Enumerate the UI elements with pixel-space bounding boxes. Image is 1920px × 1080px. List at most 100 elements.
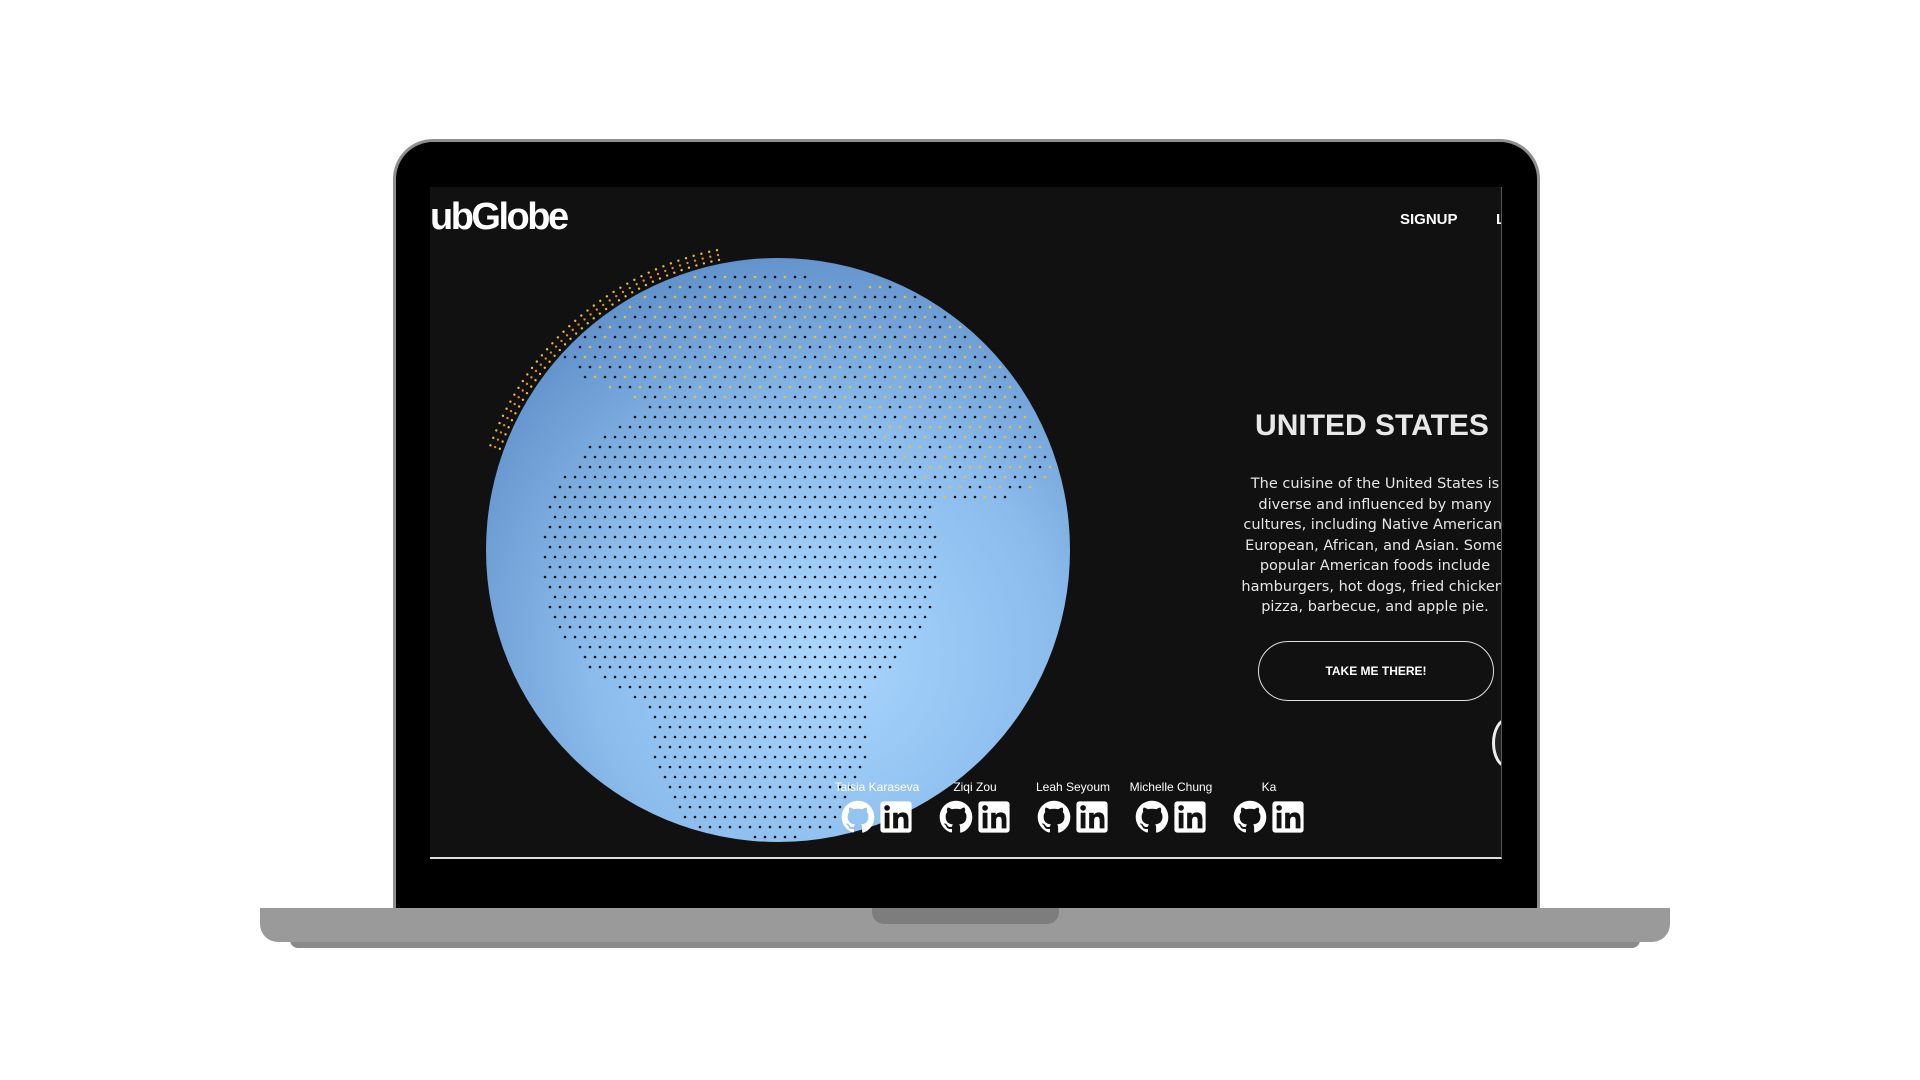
- globe-dot: [873, 415, 877, 419]
- globe-dot: [593, 475, 597, 479]
- globe-dot: [918, 345, 922, 349]
- globe-dot: [603, 355, 607, 359]
- globe-dot: [658, 325, 662, 329]
- globe-dot: [683, 595, 687, 599]
- globe-dot: [818, 585, 822, 589]
- globe-rim-dot: [498, 447, 502, 450]
- globe-dot: [688, 485, 692, 489]
- globe-dot: [843, 515, 847, 519]
- github-icon[interactable]: [1037, 800, 1071, 834]
- globe-dot: [768, 785, 772, 789]
- globe-dot: [638, 365, 642, 369]
- brand-logo[interactable]: ubGlobe: [430, 197, 569, 237]
- globe-dot: [858, 505, 862, 509]
- globe-dot: [838, 545, 842, 549]
- globe-rim-dot: [686, 261, 689, 265]
- globe-dot: [698, 825, 702, 829]
- globe-dot: [818, 425, 822, 429]
- globe-dot: [998, 465, 1002, 469]
- linkedin-icon[interactable]: [977, 800, 1011, 834]
- globe-dot: [908, 345, 912, 349]
- linkedin-icon[interactable]: [1173, 800, 1207, 834]
- github-icon[interactable]: [1233, 800, 1267, 834]
- globe-dot: [658, 665, 662, 669]
- globe-dot: [868, 385, 872, 389]
- globe-dot: [848, 765, 852, 769]
- globe-dot: [828, 525, 832, 529]
- globe-dot: [938, 385, 942, 389]
- globe-dot: [1003, 475, 1007, 479]
- globe-dot: [813, 355, 817, 359]
- globe-dot: [758, 705, 762, 709]
- globe-dot: [628, 305, 632, 309]
- globe[interactable]: [480, 247, 1080, 847]
- globe-dot: [858, 545, 862, 549]
- globe-dot: [733, 415, 737, 419]
- github-icon[interactable]: [939, 800, 973, 834]
- globe-dot: [543, 575, 547, 579]
- globe-dot: [778, 725, 782, 729]
- globe-dot: [788, 665, 792, 669]
- globe-dot: [853, 455, 857, 459]
- globe-dot: [723, 615, 727, 619]
- globe-dot: [883, 335, 887, 339]
- globe-dot: [1013, 455, 1017, 459]
- globe-dot: [648, 605, 652, 609]
- globe-dot: [563, 535, 567, 539]
- nav-signup-link[interactable]: SIGNUP: [1400, 211, 1458, 228]
- globe-rim-dot: [701, 257, 704, 260]
- github-icon[interactable]: [841, 800, 875, 834]
- globe-dot: [683, 795, 687, 799]
- globe-dot: [698, 525, 702, 529]
- app-screen: ubGlobe SIGNUP L UNITED STATES The cuisi…: [430, 187, 1502, 859]
- globe-dot: [578, 625, 582, 629]
- globe-dot: [1008, 445, 1012, 449]
- linkedin-icon[interactable]: [879, 800, 913, 834]
- globe-dot: [923, 355, 927, 359]
- globe-dot: [813, 735, 817, 739]
- globe-dot: [838, 425, 842, 429]
- globe-dot: [963, 435, 967, 439]
- globe-dot: [773, 515, 777, 519]
- globe-dot: [738, 485, 742, 489]
- linkedin-icon[interactable]: [1075, 800, 1109, 834]
- globe-rim-dot: [656, 272, 660, 276]
- globe-rim-dot: [521, 389, 524, 392]
- nav-login-link[interactable]: L: [1496, 211, 1501, 227]
- country-title: UNITED STATES: [1255, 409, 1489, 442]
- globe-dot: [698, 805, 702, 809]
- globe-dot: [728, 665, 732, 669]
- globe-dot: [883, 295, 887, 299]
- globe-dot: [623, 435, 627, 439]
- globe-dot: [698, 325, 702, 329]
- globe-dot: [543, 535, 547, 539]
- globe-rim-dot: [580, 314, 583, 317]
- take-me-there-button[interactable]: TAKE ME THERE!: [1258, 641, 1494, 701]
- globe-dot: [678, 525, 682, 529]
- globe-dot: [798, 725, 802, 729]
- globe-dot: [808, 765, 812, 769]
- globe-dot: [683, 555, 687, 559]
- globe-rim-dot: [551, 342, 554, 345]
- globe-dot: [578, 565, 582, 569]
- globe-dot: [738, 385, 742, 389]
- globe-dot: [843, 635, 847, 639]
- linkedin-icon[interactable]: [1271, 800, 1305, 834]
- globe-dot: [708, 525, 712, 529]
- globe-dot: [948, 405, 952, 409]
- globe-dot: [833, 755, 837, 759]
- globe-dot: [778, 745, 782, 749]
- globe-dot: [663, 575, 667, 579]
- globe-dot: [613, 595, 617, 599]
- globe-dot: [783, 775, 787, 779]
- globe-dot: [743, 275, 747, 279]
- globe-dot: [843, 415, 847, 419]
- globe-rim-dot: [692, 254, 695, 258]
- globe-viewport[interactable]: [480, 247, 1080, 847]
- globe-dot: [998, 385, 1002, 389]
- globe-dot: [878, 465, 882, 469]
- scroll-handle[interactable]: [1492, 718, 1501, 768]
- globe-dot: [753, 735, 757, 739]
- github-icon[interactable]: [1135, 800, 1169, 834]
- globe-dot: [1028, 425, 1032, 429]
